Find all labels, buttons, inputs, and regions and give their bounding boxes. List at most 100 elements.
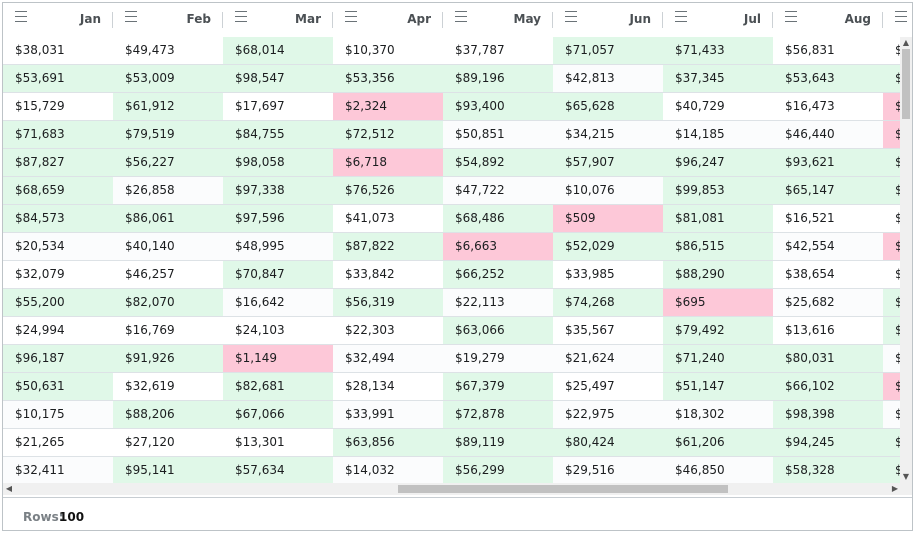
table-cell[interactable]: $71,057 — [553, 37, 663, 64]
table-cell[interactable]: $28,134 — [333, 373, 443, 400]
table-cell[interactable]: $53,643 — [773, 65, 883, 92]
table-cell[interactable]: $70,847 — [223, 261, 333, 288]
table-cell[interactable]: $32,494 — [333, 345, 443, 372]
table-cell[interactable]: $63,856 — [333, 429, 443, 456]
table-cell[interactable]: $72,878 — [443, 401, 553, 428]
table-cell[interactable]: $ — [883, 233, 901, 260]
column-header-feb[interactable]: Feb — [113, 3, 223, 37]
horizontal-scroll-thumb[interactable] — [398, 485, 728, 493]
table-cell[interactable]: $ — [883, 261, 901, 288]
table-cell[interactable]: $19,279 — [443, 345, 553, 372]
table-cell[interactable]: $13,616 — [773, 317, 883, 344]
table-cell[interactable]: $53,691 — [3, 65, 113, 92]
table-cell[interactable]: $37,787 — [443, 37, 553, 64]
table-row[interactable]: $15,729 $61,912 $17,697 $2,324 $93,400 $65,62… — [3, 93, 901, 121]
table-cell[interactable]: $65,628 — [553, 93, 663, 120]
table-cell[interactable]: $68,486 — [443, 205, 553, 232]
table-cell[interactable]: $15,729 — [3, 93, 113, 120]
table-row[interactable]: $32,411 $95,141 $57,634 $14,032 $56,299 $29,5… — [3, 457, 901, 483]
column-header-jun[interactable]: Jun — [553, 3, 663, 37]
table-cell[interactable]: $ — [883, 37, 901, 64]
table-cell[interactable]: $94,245 — [773, 429, 883, 456]
table-cell[interactable]: $96,187 — [3, 345, 113, 372]
scroll-down-icon[interactable]: ▼ — [900, 471, 912, 483]
table-cell[interactable]: $6,718 — [333, 149, 443, 176]
table-cell[interactable]: $52,029 — [553, 233, 663, 260]
table-cell[interactable]: $93,400 — [443, 93, 553, 120]
table-cell[interactable]: $74,268 — [553, 289, 663, 316]
table-cell[interactable]: $76,526 — [333, 177, 443, 204]
table-cell[interactable]: $2,324 — [333, 93, 443, 120]
table-cell[interactable]: $42,813 — [553, 65, 663, 92]
table-cell[interactable]: $509 — [553, 205, 663, 232]
table-cell[interactable]: $26,858 — [113, 177, 223, 204]
table-cell[interactable]: $54,892 — [443, 149, 553, 176]
table-cell[interactable]: $86,061 — [113, 205, 223, 232]
table-row[interactable]: $96,187 $91,926 $1,149 $32,494 $19,279 $21,62… — [3, 345, 901, 373]
table-cell[interactable]: $80,031 — [773, 345, 883, 372]
table-row[interactable]: $21,265 $27,120 $13,301 $63,856 $89,119 $80,4… — [3, 429, 901, 457]
table-cell[interactable]: $68,014 — [223, 37, 333, 64]
table-row[interactable]: $55,200 $82,070 $16,642 $56,319 $22,113 $74,2… — [3, 289, 901, 317]
table-cell[interactable]: $34,215 — [553, 121, 663, 148]
table-cell[interactable]: $40,729 — [663, 93, 773, 120]
table-cell[interactable]: $57,907 — [553, 149, 663, 176]
table-cell[interactable]: $89,196 — [443, 65, 553, 92]
table-cell[interactable]: $88,290 — [663, 261, 773, 288]
table-cell[interactable]: $99,853 — [663, 177, 773, 204]
table-cell[interactable]: $17,697 — [223, 93, 333, 120]
column-header-mar[interactable]: Mar — [223, 3, 333, 37]
table-cell[interactable]: $24,994 — [3, 317, 113, 344]
table-cell[interactable]: $14,032 — [333, 457, 443, 483]
vertical-scroll-thumb[interactable] — [902, 49, 910, 119]
table-cell[interactable]: $ — [883, 177, 901, 204]
table-cell[interactable]: $22,975 — [553, 401, 663, 428]
table-cell[interactable]: $ — [883, 93, 901, 120]
table-cell[interactable]: $46,440 — [773, 121, 883, 148]
column-header-jul[interactable]: Jul — [663, 3, 773, 37]
table-cell[interactable]: $33,842 — [333, 261, 443, 288]
table-cell[interactable]: $56,299 — [443, 457, 553, 483]
table-cell[interactable]: $71,240 — [663, 345, 773, 372]
table-row[interactable]: $24,994 $16,769 $24,103 $22,303 $63,066 $35,5… — [3, 317, 901, 345]
table-cell[interactable]: $695 — [663, 289, 773, 316]
table-cell[interactable]: $ — [883, 345, 901, 372]
table-cell[interactable]: $ — [883, 373, 901, 400]
table-cell[interactable]: $55,200 — [3, 289, 113, 316]
table-cell[interactable]: $53,009 — [113, 65, 223, 92]
table-cell[interactable]: $50,851 — [443, 121, 553, 148]
vertical-scrollbar[interactable]: ▲ ▼ — [900, 37, 912, 483]
table-cell[interactable]: $33,991 — [333, 401, 443, 428]
table-cell[interactable]: $21,265 — [3, 429, 113, 456]
table-row[interactable]: $32,079 $46,257 $70,847 $33,842 $66,252 $33,9… — [3, 261, 901, 289]
menu-icon[interactable] — [785, 11, 798, 25]
column-header-jan[interactable]: Jan — [3, 3, 113, 37]
table-cell[interactable]: $22,303 — [333, 317, 443, 344]
table-cell[interactable]: $10,076 — [553, 177, 663, 204]
table-cell[interactable]: $80,424 — [553, 429, 663, 456]
table-cell[interactable]: $84,755 — [223, 121, 333, 148]
table-cell[interactable]: $10,175 — [3, 401, 113, 428]
table-cell[interactable]: $98,398 — [773, 401, 883, 428]
menu-icon[interactable] — [455, 11, 468, 25]
table-row[interactable]: $53,691 $53,009 $98,547 $53,356 $89,196 $42,8… — [3, 65, 901, 93]
table-cell[interactable]: $32,411 — [3, 457, 113, 483]
table-cell[interactable]: $27,120 — [113, 429, 223, 456]
table-row[interactable]: $20,534 $40,140 $48,995 $87,822 $6,663 $52,02… — [3, 233, 901, 261]
table-cell[interactable]: $24,103 — [223, 317, 333, 344]
table-cell[interactable]: $56,831 — [773, 37, 883, 64]
table-row[interactable]: $10,175 $88,206 $67,066 $33,991 $72,878 $22,9… — [3, 401, 901, 429]
table-cell[interactable]: $22,113 — [443, 289, 553, 316]
table-cell[interactable]: $84,573 — [3, 205, 113, 232]
column-header-sep[interactable]: Sep — [883, 3, 912, 37]
table-cell[interactable]: $95,141 — [113, 457, 223, 483]
table-cell[interactable]: $14,185 — [663, 121, 773, 148]
table-cell[interactable]: $21,624 — [553, 345, 663, 372]
table-cell[interactable]: $67,379 — [443, 373, 553, 400]
table-row[interactable]: $87,827 $56,227 $98,058 $6,718 $54,892 $57,90… — [3, 149, 901, 177]
menu-icon[interactable] — [125, 11, 138, 25]
column-header-aug[interactable]: Aug — [773, 3, 883, 37]
table-cell[interactable]: $65,147 — [773, 177, 883, 204]
menu-icon[interactable] — [15, 11, 28, 25]
table-cell[interactable]: $40,140 — [113, 233, 223, 260]
